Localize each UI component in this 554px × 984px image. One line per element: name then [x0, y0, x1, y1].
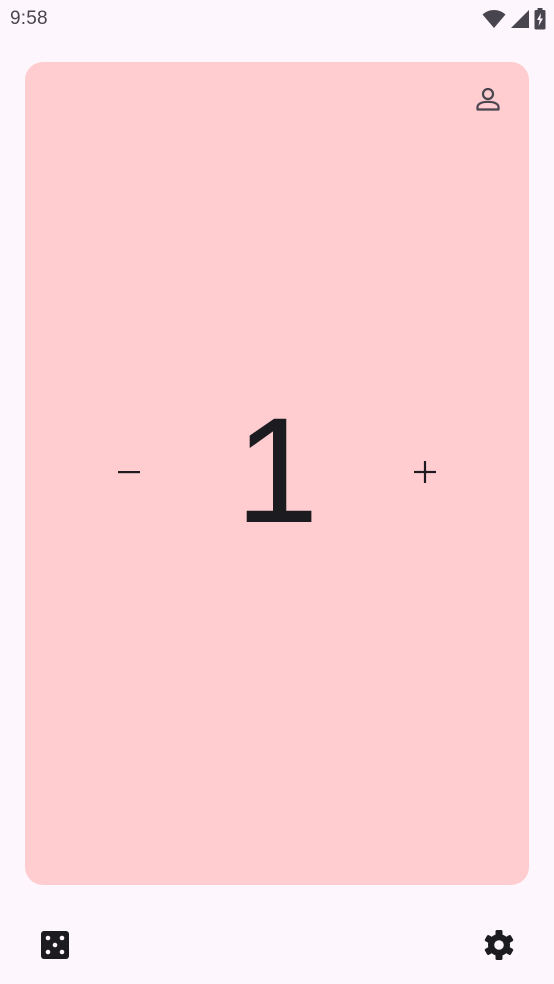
dice-button[interactable]	[34, 926, 76, 968]
battery-charging-icon	[534, 8, 546, 30]
plus-icon	[413, 460, 437, 489]
gear-icon	[483, 929, 515, 966]
count-value: 1	[235, 386, 319, 554]
bottom-bar	[0, 910, 554, 984]
settings-button[interactable]	[478, 926, 520, 968]
increment-button[interactable]	[403, 452, 447, 496]
counter-card: 1	[25, 62, 529, 885]
wifi-icon	[482, 9, 506, 29]
person-icon	[474, 85, 502, 118]
profile-button[interactable]	[469, 82, 507, 120]
status-icons	[482, 8, 546, 30]
status-time: 9:58	[10, 8, 48, 29]
status-bar: 9:58	[0, 0, 554, 38]
dice-icon	[41, 930, 69, 964]
signal-icon	[510, 9, 530, 29]
